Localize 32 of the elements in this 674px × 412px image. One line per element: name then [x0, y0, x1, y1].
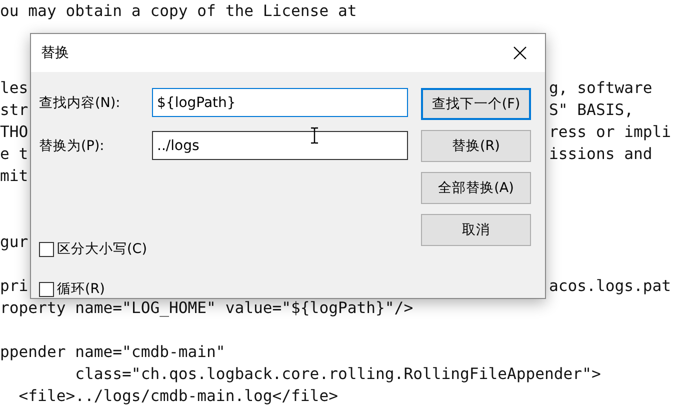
checkbox-label: 循环(R) [57, 280, 105, 298]
code-text: <file>../logs/cmdb-main.log</file> [18, 386, 338, 407]
code-text: les [0, 78, 28, 99]
code-text: acos.logs.pat [549, 276, 672, 297]
dialog-title: 替换 [41, 44, 69, 62]
code-text: pri [0, 276, 28, 297]
code-text: g, software [549, 78, 652, 99]
dialog-button[interactable]: 替换(R) [421, 130, 531, 162]
code-text: ou may obtain a copy of the License at [0, 1, 357, 22]
text-cursor-icon [310, 127, 319, 144]
code-text: gur [0, 232, 28, 253]
code-text: issions and [549, 144, 652, 165]
code-text: ppender name="cmdb-main" [0, 342, 226, 363]
text-field[interactable]: ../logs [152, 131, 408, 160]
code-text: e t [0, 144, 28, 165]
dialog-button[interactable]: 取消 [421, 214, 531, 246]
code-text: mit [0, 166, 28, 187]
checkbox[interactable] [39, 242, 54, 256]
checkbox-label: 区分大小写(C) [57, 240, 147, 258]
code-text: roperty name="LOG_HOME" value="${logPath}"/> [0, 298, 414, 319]
field-label: 查找内容(N): [39, 94, 122, 112]
code-text: THO [0, 122, 28, 143]
code-text: class="ch.qos.logback.core.rolling.RollingFileAppender"> [74, 364, 601, 385]
text-field[interactable]: ${logPath} [152, 88, 408, 117]
field-label: 替换为(P): [39, 136, 106, 154]
code-text: str [0, 100, 28, 121]
close-icon [513, 46, 527, 60]
dialog-button[interactable]: 全部替换(A) [421, 172, 531, 204]
code-text: S" BASIS, [549, 100, 634, 121]
checkbox[interactable] [39, 282, 54, 296]
code-text: ress or impli [549, 122, 672, 143]
dialog-button[interactable]: 查找下一个(F) [421, 88, 531, 120]
